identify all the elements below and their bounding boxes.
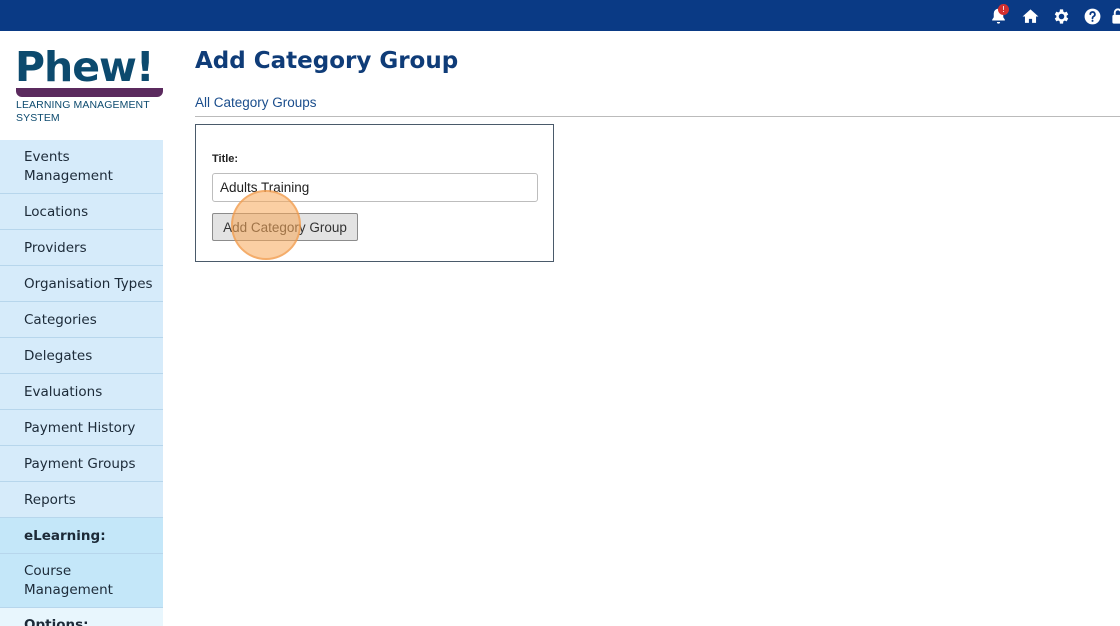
sidebar-item-events-management[interactable]: Events Management bbox=[0, 140, 163, 194]
logo-wordmark: Phew! bbox=[15, 43, 155, 91]
sidebar-item-label: Management bbox=[24, 167, 113, 184]
sidebar-section-label: eLearning: bbox=[24, 527, 106, 544]
sidebar-item-locations[interactable]: Locations bbox=[0, 194, 163, 230]
add-category-group-button[interactable]: Add Category Group bbox=[212, 213, 358, 241]
sidebar-item-label: Locations bbox=[24, 203, 89, 220]
divider bbox=[195, 116, 1120, 117]
sidebar-item-label: Providers bbox=[24, 239, 87, 256]
title-input[interactable] bbox=[212, 173, 538, 202]
page-title: Add Category Group bbox=[195, 48, 459, 74]
notifications-button[interactable]: ! bbox=[987, 4, 1009, 27]
sidebar-item-providers[interactable]: Providers bbox=[0, 230, 163, 266]
notification-badge: ! bbox=[998, 4, 1009, 15]
help-icon bbox=[1084, 8, 1100, 24]
sidebar-item-payment-groups[interactable]: Payment Groups bbox=[0, 446, 163, 482]
sidebar-item-label: Payment History bbox=[24, 419, 136, 436]
logo-underline bbox=[16, 88, 163, 97]
settings-button[interactable] bbox=[1050, 5, 1072, 27]
sidebar-section-elearning: eLearning: bbox=[0, 518, 163, 554]
logo-subtitle: LEARNING MANAGEMENT SYSTEM bbox=[16, 99, 150, 124]
sidebar: Events Management Locations Providers Or… bbox=[0, 140, 163, 626]
sidebar-item-payment-history[interactable]: Payment History bbox=[0, 410, 163, 446]
sidebar-item-label: Reports bbox=[24, 491, 76, 508]
sidebar-item-reports[interactable]: Reports bbox=[0, 482, 163, 518]
lock-icon bbox=[1112, 8, 1120, 24]
sidebar-item-label: Payment Groups bbox=[24, 455, 136, 472]
top-bar: ! bbox=[0, 0, 1120, 31]
help-button[interactable] bbox=[1081, 5, 1103, 27]
sidebar-item-label: Course bbox=[24, 562, 72, 579]
logout-button[interactable] bbox=[1110, 5, 1120, 27]
title-label: Title: bbox=[212, 153, 239, 165]
sidebar-item-label: Delegates bbox=[24, 347, 93, 364]
sidebar-item-label: Organisation Types bbox=[24, 275, 153, 292]
sidebar-item-label: Events bbox=[24, 148, 70, 165]
sidebar-item-course-management[interactable]: Course Management bbox=[0, 554, 163, 608]
gear-icon bbox=[1054, 8, 1068, 24]
sidebar-item-categories[interactable]: Categories bbox=[0, 302, 163, 338]
all-category-groups-link[interactable]: All Category Groups bbox=[195, 95, 317, 110]
sidebar-item-organisation-types[interactable]: Organisation Types bbox=[0, 266, 163, 302]
phew-logo[interactable]: Phew! LEARNING MANAGEMENT SYSTEM bbox=[15, 43, 165, 126]
sidebar-item-label: Evaluations bbox=[24, 383, 103, 400]
sidebar-section-label: Options: bbox=[24, 617, 89, 626]
sidebar-section-options: Options: bbox=[0, 608, 163, 626]
sidebar-item-evaluations[interactable]: Evaluations bbox=[0, 374, 163, 410]
logo-subtitle-line1: LEARNING MANAGEMENT bbox=[16, 99, 150, 111]
sidebar-item-delegates[interactable]: Delegates bbox=[0, 338, 163, 374]
home-button[interactable] bbox=[1019, 5, 1041, 27]
home-icon bbox=[1022, 8, 1038, 23]
sidebar-item-label: Management bbox=[24, 581, 113, 598]
logo-subtitle-line2: SYSTEM bbox=[16, 111, 60, 124]
sidebar-item-label: Categories bbox=[24, 311, 97, 328]
